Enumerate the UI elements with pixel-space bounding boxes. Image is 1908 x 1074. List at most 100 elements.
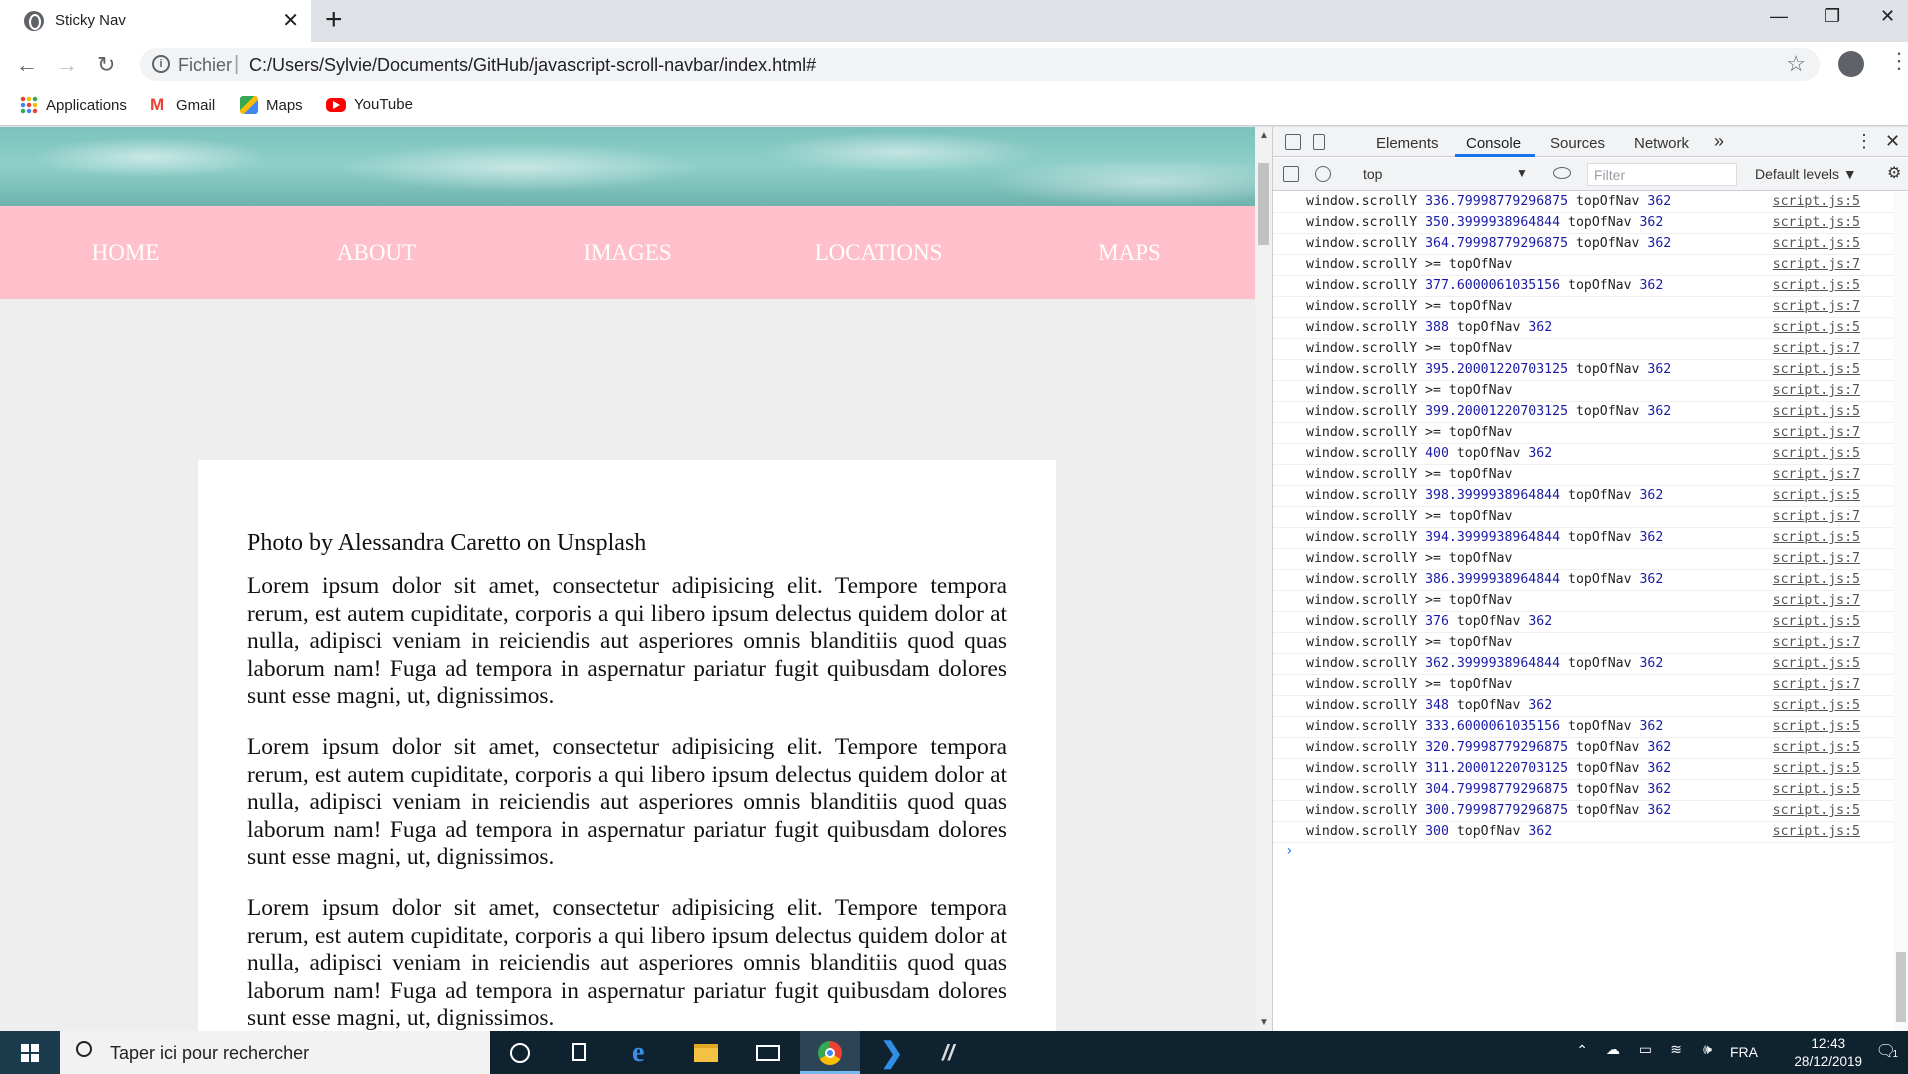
vscode-button[interactable]: ❯: [862, 1031, 922, 1074]
log-source-link[interactable]: script.js:7: [1773, 423, 1860, 443]
nav-maps[interactable]: MAPS: [1004, 206, 1255, 299]
bookmark-youtube[interactable]: YouTube: [326, 96, 413, 113]
tab-network[interactable]: Network: [1634, 135, 1689, 152]
input-language[interactable]: FRA: [1730, 1044, 1758, 1060]
console-prompt-row[interactable]: ›: [1273, 843, 1893, 865]
bookmark-applications[interactable]: Applications: [20, 96, 127, 114]
reload-icon[interactable]: ↻: [97, 52, 115, 78]
log-source-link[interactable]: script.js:5: [1773, 822, 1860, 842]
devtools-menu-icon[interactable]: ⋮: [1855, 131, 1873, 152]
log-source-link[interactable]: script.js:5: [1773, 402, 1860, 422]
log-source-link[interactable]: script.js:5: [1773, 213, 1860, 233]
chrome-button[interactable]: [800, 1031, 860, 1074]
close-tab-icon[interactable]: ✕: [282, 8, 299, 33]
log-text: window.scrollY: [1306, 614, 1426, 629]
back-icon[interactable]: ←: [16, 52, 38, 78]
tab-sources[interactable]: Sources: [1550, 135, 1605, 152]
console-scrollbar[interactable]: [1893, 192, 1908, 1031]
chevron-down-icon[interactable]: ▼: [1516, 166, 1528, 180]
log-source-link[interactable]: script.js:7: [1773, 591, 1860, 611]
forward-icon[interactable]: →: [56, 52, 78, 78]
mail-button[interactable]: [738, 1031, 798, 1074]
file-explorer-button[interactable]: [676, 1031, 736, 1074]
more-tabs-icon[interactable]: »: [1714, 131, 1724, 152]
bookmark-label: Maps: [266, 96, 303, 114]
context-selector[interactable]: top: [1363, 166, 1382, 182]
clear-console-icon[interactable]: [1315, 166, 1331, 182]
onedrive-icon[interactable]: ☁: [1606, 1041, 1620, 1058]
address-bar[interactable]: i Fichier | C:/Users/Sylvie/Documents/Gi…: [140, 48, 1820, 81]
show-hidden-icons-icon[interactable]: ⌃: [1576, 1042, 1588, 1059]
log-source-link[interactable]: script.js:5: [1773, 360, 1860, 380]
nav-images[interactable]: IMAGES: [502, 206, 753, 299]
url-text[interactable]: C:/Users/Sylvie/Documents/GitHub/javascr…: [249, 55, 816, 76]
log-source-link[interactable]: script.js:5: [1773, 738, 1860, 758]
editor-button[interactable]: //: [924, 1031, 984, 1074]
log-source-link[interactable]: script.js:5: [1773, 801, 1860, 821]
log-source-link[interactable]: script.js:7: [1773, 381, 1860, 401]
log-source-link[interactable]: script.js:5: [1773, 276, 1860, 296]
browser-tab[interactable]: Sticky Nav ✕: [0, 0, 311, 42]
new-tab-icon[interactable]: +: [325, 4, 343, 36]
devtools-close-icon[interactable]: ✕: [1885, 131, 1900, 152]
nav-locations[interactable]: LOCATIONS: [753, 206, 1004, 299]
log-source-link[interactable]: script.js:5: [1773, 654, 1860, 674]
sidebar-toggle-icon[interactable]: [1283, 166, 1299, 182]
window-close-icon[interactable]: ✕: [1880, 6, 1895, 27]
task-view-button[interactable]: [550, 1031, 610, 1074]
scroll-up-icon[interactable]: ▲: [1259, 130, 1269, 141]
log-source-link[interactable]: script.js:5: [1773, 318, 1860, 338]
bookmark-maps[interactable]: Maps: [240, 96, 303, 114]
log-source-link[interactable]: script.js:5: [1773, 192, 1860, 212]
kebab-menu-icon[interactable]: ⋮: [1888, 48, 1908, 74]
page-scrollbar[interactable]: ▲ ▼: [1255, 127, 1272, 1031]
log-source-link[interactable]: script.js:5: [1773, 486, 1860, 506]
bookmark-star-icon[interactable]: ☆: [1786, 51, 1806, 77]
wifi-icon[interactable]: ≋: [1670, 1041, 1682, 1058]
battery-icon[interactable]: ▭: [1639, 1041, 1652, 1058]
edge-button[interactable]: e: [614, 1031, 674, 1074]
tab-console[interactable]: Console: [1466, 135, 1521, 152]
log-source-link[interactable]: script.js:7: [1773, 549, 1860, 569]
log-source-link[interactable]: script.js:7: [1773, 465, 1860, 485]
log-source-link[interactable]: script.js:5: [1773, 717, 1860, 737]
info-icon[interactable]: i: [152, 55, 170, 73]
log-source-link[interactable]: script.js:7: [1773, 297, 1860, 317]
console-settings-gear-icon[interactable]: ⚙: [1887, 163, 1901, 183]
log-levels-dropdown[interactable]: Default levels ▼: [1755, 166, 1857, 182]
start-button[interactable]: [0, 1031, 60, 1074]
scrollbar-thumb[interactable]: [1258, 163, 1269, 245]
log-source-link[interactable]: script.js:5: [1773, 444, 1860, 464]
log-source-link[interactable]: script.js:5: [1773, 570, 1860, 590]
restore-icon[interactable]: ❐: [1824, 6, 1840, 27]
scrollbar-thumb[interactable]: [1896, 952, 1906, 1022]
bookmark-gmail[interactable]: M Gmail: [150, 96, 215, 114]
search-placeholder: Taper ici pour rechercher: [110, 1043, 310, 1063]
log-source-link[interactable]: script.js:5: [1773, 759, 1860, 779]
console-filter-input[interactable]: Filter: [1587, 163, 1737, 186]
paragraph: Lorem ipsum dolor sit amet, consectetur …: [247, 573, 1007, 710]
device-toolbar-icon[interactable]: [1313, 134, 1325, 150]
log-source-link[interactable]: script.js:5: [1773, 612, 1860, 632]
volume-icon[interactable]: 🕪: [1703, 1041, 1712, 1058]
log-source-link[interactable]: script.js:5: [1773, 528, 1860, 548]
minimize-icon[interactable]: —: [1770, 6, 1788, 27]
nav-home[interactable]: HOME: [0, 206, 251, 299]
cortana-button[interactable]: [490, 1031, 550, 1074]
eye-icon[interactable]: [1553, 167, 1571, 179]
log-source-link[interactable]: script.js:7: [1773, 633, 1860, 653]
nav-about[interactable]: ABOUT: [251, 206, 502, 299]
log-source-link[interactable]: script.js:7: [1773, 255, 1860, 275]
log-source-link[interactable]: script.js:5: [1773, 696, 1860, 716]
clock[interactable]: 12:43 28/12/2019: [1794, 1035, 1862, 1071]
log-source-link[interactable]: script.js:7: [1773, 339, 1860, 359]
taskbar-search[interactable]: Taper ici pour rechercher: [60, 1031, 490, 1074]
scroll-down-icon[interactable]: ▼: [1259, 1017, 1269, 1028]
log-source-link[interactable]: script.js:5: [1773, 234, 1860, 254]
inspect-element-icon[interactable]: [1285, 134, 1301, 150]
log-source-link[interactable]: script.js:7: [1773, 507, 1860, 527]
log-source-link[interactable]: script.js:5: [1773, 780, 1860, 800]
profile-avatar-icon[interactable]: [1838, 51, 1864, 77]
tab-elements[interactable]: Elements: [1376, 135, 1439, 152]
log-source-link[interactable]: script.js:7: [1773, 675, 1860, 695]
